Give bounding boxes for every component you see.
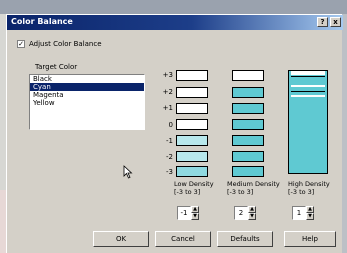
medium-density-swatch[interactable] [232, 166, 264, 177]
cancel-button[interactable]: Cancel [155, 231, 211, 247]
dialog-title: Color Balance [11, 17, 73, 26]
list-item-black[interactable]: Black [30, 75, 144, 83]
medium-density-range: [-3 to 3] [227, 188, 254, 196]
target-color-listbox[interactable]: Black Cyan Magenta Yellow [29, 74, 145, 130]
target-color-label: Target Color [35, 63, 78, 71]
defaults-button[interactable]: Defaults [217, 231, 273, 247]
low-density-swatch[interactable] [176, 166, 208, 177]
medium-density-title: Medium Density [227, 180, 280, 188]
list-item-cyan[interactable]: Cyan [30, 83, 144, 91]
high-density-swatch-column[interactable] [288, 70, 328, 174]
medium-density-spinner[interactable]: 2 ▲ ▼ [234, 206, 256, 220]
row-label-zero: 0 [168, 121, 173, 129]
row-label-plus1: +1 [162, 104, 173, 112]
title-help-button[interactable]: ? [317, 17, 328, 27]
low-density-up-arrow-icon[interactable]: ▲ [191, 206, 199, 213]
list-item-yellow[interactable]: Yellow [30, 99, 144, 107]
medium-density-header: Medium Density [-3 to 3] [227, 180, 280, 196]
high-density-down-arrow-icon[interactable]: ▼ [306, 213, 314, 220]
ok-button[interactable]: OK [93, 231, 149, 247]
medium-density-swatch[interactable] [232, 119, 264, 130]
color-balance-dialog: Color Balance ? x ✓ Adjust Color Balance… [6, 14, 343, 253]
background-window-strip [0, 0, 347, 14]
low-density-spinner[interactable]: -1 ▲ ▼ [177, 206, 199, 220]
medium-density-up-arrow-icon[interactable]: ▲ [248, 206, 256, 213]
medium-density-value[interactable]: 2 [234, 206, 248, 220]
medium-density-down-arrow-icon[interactable]: ▼ [248, 213, 256, 220]
adjust-color-balance-row[interactable]: ✓ Adjust Color Balance [17, 40, 102, 48]
high-density-value[interactable]: 1 [292, 206, 306, 220]
low-density-range: [-3 to 3] [174, 188, 201, 196]
low-density-down-arrow-icon[interactable]: ▼ [191, 213, 199, 220]
low-density-swatch[interactable] [176, 103, 208, 114]
help-button[interactable]: Help [284, 231, 336, 247]
low-density-swatch[interactable] [176, 135, 208, 146]
adjust-color-balance-checkbox[interactable]: ✓ [17, 40, 25, 48]
low-density-title: Low Density [174, 180, 214, 188]
mouse-cursor-icon [123, 165, 133, 179]
row-label-minus3: -3 [166, 168, 173, 176]
low-density-swatch[interactable] [176, 119, 208, 130]
adjust-color-balance-label: Adjust Color Balance [29, 40, 102, 48]
row-label-plus3: +3 [162, 71, 173, 79]
high-density-swatch [291, 85, 325, 87]
medium-density-swatch[interactable] [232, 135, 264, 146]
medium-density-swatch[interactable] [232, 70, 264, 81]
high-density-swatch [291, 95, 325, 97]
list-item-magenta[interactable]: Magenta [30, 91, 144, 99]
low-density-value[interactable]: -1 [177, 206, 191, 220]
high-density-up-arrow-icon[interactable]: ▲ [306, 206, 314, 213]
title-bar[interactable]: Color Balance ? x [7, 15, 343, 30]
high-density-swatch [291, 91, 325, 92]
medium-density-swatch[interactable] [232, 87, 264, 98]
medium-density-swatch[interactable] [232, 151, 264, 162]
medium-density-swatch[interactable] [232, 103, 264, 114]
low-density-swatch[interactable] [176, 87, 208, 98]
low-density-swatch[interactable] [176, 70, 208, 81]
row-label-minus1: -1 [166, 137, 173, 145]
row-label-plus2: +2 [162, 88, 173, 96]
row-label-minus2: -2 [166, 153, 173, 161]
high-density-header: High Density [-3 to 3] [288, 180, 330, 196]
high-density-spinner[interactable]: 1 ▲ ▼ [292, 206, 314, 220]
high-density-swatch [291, 71, 325, 75]
low-density-header: Low Density [-3 to 3] [174, 180, 214, 196]
high-density-range: [-3 to 3] [288, 188, 315, 196]
high-density-title: High Density [288, 180, 330, 188]
high-density-swatch [291, 76, 325, 77]
low-density-swatch[interactable] [176, 151, 208, 162]
title-close-button[interactable]: x [330, 17, 341, 27]
